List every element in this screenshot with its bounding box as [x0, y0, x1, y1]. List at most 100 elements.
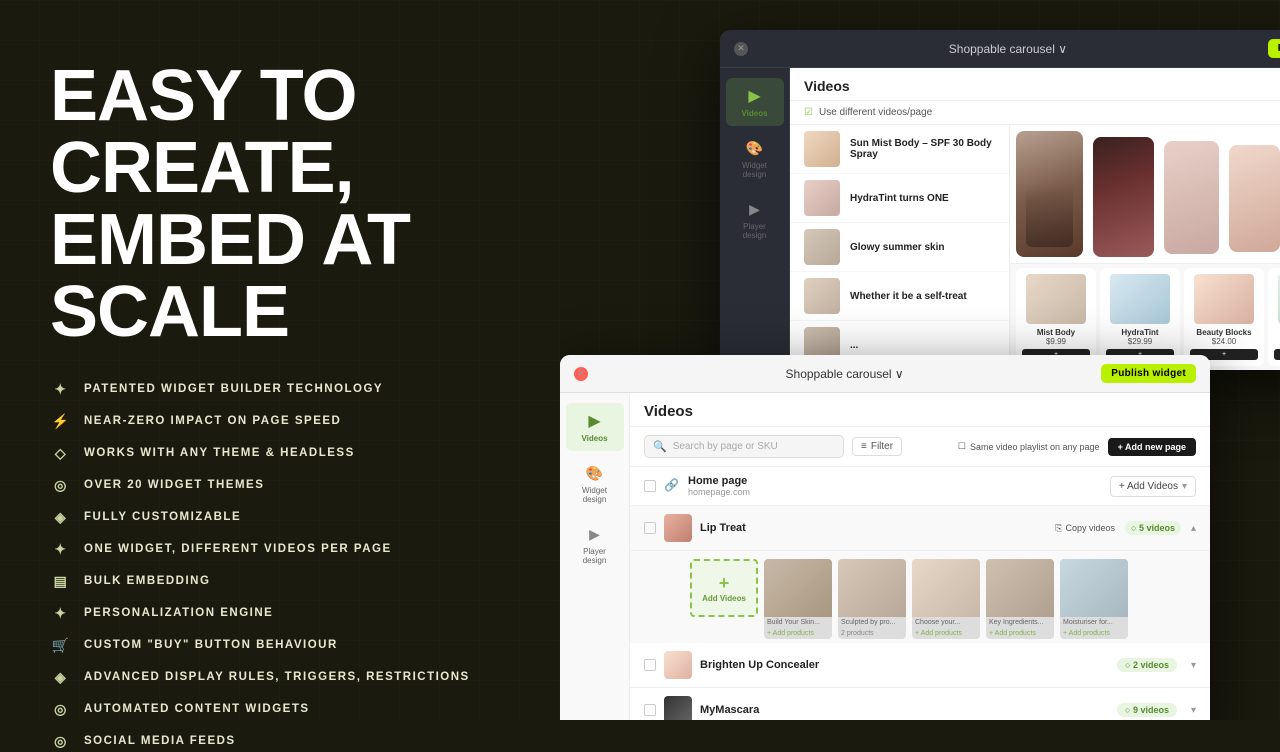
lip-treat-section: Lip Treat ⎘ Copy videos ○ 5 videos: [630, 506, 1210, 643]
back-add-product-4[interactable]: +: [1274, 349, 1280, 360]
cart-icon: 🛒: [50, 634, 72, 656]
feature-automated: ◎ AUTOMATED CONTENT WIDGETS: [50, 698, 510, 720]
front-sidebar-videos-label: Videos: [581, 434, 607, 443]
right-panel: ✕ Shoppable carousel ∨ Publish ▶ Videos …: [560, 0, 1280, 720]
front-sidebar-widget-label: Widget design: [572, 486, 618, 504]
back-mockup-titlebar: ✕ Shoppable carousel ∨ Publish: [720, 30, 1280, 68]
back-video-item-4[interactable]: Whether it be a self-treat: [790, 272, 1009, 321]
feature-patented: ✦ PATENTED WIDGET BUILDER TECHNOLOGY: [50, 378, 510, 400]
back-use-different: ☑ Use different videos/page: [790, 101, 1280, 125]
front-sidebar-player-design[interactable]: ▶ Player design: [566, 516, 624, 573]
link-icon: 🔗: [664, 478, 680, 494]
back-sidebar-player-design[interactable]: ▶ Player design: [726, 191, 784, 248]
video-tile-3[interactable]: Choose your... + Add products: [912, 559, 980, 639]
gear-icon: ◈: [50, 506, 72, 528]
add-video-tile[interactable]: + Add Videos: [690, 559, 758, 617]
home-page-row: 🔗 Home page homepage.com + Add Videos ▾: [630, 467, 1210, 506]
lip-treat-thumb: [664, 514, 692, 542]
lip-treat-collapse-icon[interactable]: ▴: [1191, 523, 1196, 534]
expand-icon: ▾: [1182, 481, 1187, 492]
back-sidebar-videos-label: Videos: [741, 109, 767, 118]
home-page-checkbox[interactable]: [644, 480, 656, 492]
feature-different-videos: ✦ ONE WIDGET, DIFFERENT VIDEOS PER PAGE: [50, 538, 510, 560]
video-tile-1[interactable]: Build Your Skin... + Add products: [764, 559, 832, 639]
copy-videos-button[interactable]: ⎘ Copy videos: [1055, 523, 1115, 534]
front-toolbar: 🔍 Search by page or SKU ≡ Filter ☐ Same …: [630, 427, 1210, 467]
back-product-1[interactable]: Mist Body $9.99 +: [1016, 268, 1096, 366]
mascara-video-count: ○ 9 videos: [1117, 703, 1177, 717]
lip-treat-checkbox[interactable]: [644, 522, 656, 534]
feature-customizable: ◈ FULLY CUSTOMIZABLE: [50, 506, 510, 528]
back-publish-button[interactable]: Publish: [1268, 39, 1280, 58]
back-product-2[interactable]: HydraTint $29.99 +: [1100, 268, 1180, 366]
front-videos-icon: ▶: [585, 411, 605, 431]
back-sidebar: ▶ Videos 🎨 Widget design ▶ Player design: [720, 68, 790, 370]
filter-icon: ≡: [861, 441, 867, 452]
back-widget-design-icon: 🎨: [745, 138, 765, 158]
mascara-checkbox[interactable]: [644, 704, 656, 716]
back-sidebar-player-label: Player design: [732, 222, 778, 240]
front-mockup-window: ✕ Shoppable carousel ∨ Publish widget ▶ …: [560, 355, 1210, 720]
layers-icon: ▤: [50, 570, 72, 592]
sparkle2-icon: ✦: [50, 538, 72, 560]
social-icon: ◎: [50, 730, 72, 752]
feature-theme: ◇ WORKS WITH ANY THEME & HEADLESS: [50, 442, 510, 464]
back-sidebar-widget-label: Widget design: [732, 161, 778, 179]
front-sidebar-player-label: Player design: [572, 547, 618, 565]
mascara-thumb: [664, 696, 692, 720]
mascara-info: MyMascara: [700, 704, 1109, 716]
home-add-videos-button[interactable]: + Add Videos ▾: [1110, 476, 1196, 497]
front-sidebar: ▶ Videos 🎨 Widget design ▶ Player design: [560, 393, 630, 720]
front-search-bar[interactable]: 🔍 Search by page or SKU: [644, 435, 844, 458]
lightning-icon: ⚡: [50, 410, 72, 432]
mascara-row: MyMascara ○ 9 videos ▾: [630, 688, 1210, 720]
front-filter-button[interactable]: ≡ Filter: [852, 437, 902, 456]
features-list: ✦ PATENTED WIDGET BUILDER TECHNOLOGY ⚡ N…: [50, 378, 510, 752]
back-close-button[interactable]: ✕: [734, 42, 748, 56]
sparkle-icon: ✦: [50, 378, 72, 400]
back-player-design-icon: ▶: [745, 199, 765, 219]
front-sidebar-videos[interactable]: ▶ Videos: [566, 403, 624, 451]
concealer-checkbox[interactable]: [644, 659, 656, 671]
left-panel: EASY TO CREATE, EMBED AT SCALE ✦ PATENTE…: [0, 0, 560, 720]
concealer-row: Brighten Up Concealer ○ 2 videos ▾: [630, 643, 1210, 688]
front-window-title: Shoppable carousel ∨: [786, 367, 904, 381]
back-video-item-3[interactable]: Glowy summer skin: [790, 223, 1009, 272]
back-window-title: Shoppable carousel ∨: [949, 42, 1067, 56]
back-video-item-2[interactable]: HydraTint turns ONE: [790, 174, 1009, 223]
video-tile-2[interactable]: Sculpted by pro... 2 products: [838, 559, 906, 639]
search-icon: 🔍: [653, 440, 667, 453]
star-icon: ✦: [50, 602, 72, 624]
refresh-icon: ◎: [50, 698, 72, 720]
lip-treat-video-tiles: + Add Videos Build Your Skin... + Add pr…: [630, 551, 1210, 643]
back-product-3[interactable]: Beauty Blocks $24.00 +: [1184, 268, 1264, 366]
front-mockup-titlebar: ✕ Shoppable carousel ∨ Publish widget: [560, 355, 1210, 393]
back-video-item-1[interactable]: Sun Mist Body – SPF 30 Body Spray: [790, 125, 1009, 174]
front-publish-button[interactable]: Publish widget: [1101, 364, 1196, 383]
back-videos-icon: ▶: [745, 86, 765, 106]
mascara-expand-icon[interactable]: ▾: [1191, 705, 1196, 716]
front-sidebar-widget-design[interactable]: 🎨 Widget design: [566, 455, 624, 512]
feature-display-rules: ◈ ADVANCED DISPLAY RULES, TRIGGERS, REST…: [50, 666, 510, 688]
lip-treat-video-count: ○ 5 videos: [1125, 521, 1181, 535]
back-mockup-window: ✕ Shoppable carousel ∨ Publish ▶ Videos …: [720, 30, 1280, 370]
concealer-thumb: [664, 651, 692, 679]
feature-bulk: ▤ BULK EMBEDDING: [50, 570, 510, 592]
diamond-icon: ◇: [50, 442, 72, 464]
front-videos-title: Videos: [644, 403, 693, 420]
same-video-toggle[interactable]: ☐ Same video playlist on any page: [958, 441, 1100, 452]
circle-icon: ◎: [50, 474, 72, 496]
feature-buy-button: 🛒 CUSTOM "BUY" BUTTON BEHAVIOUR: [50, 634, 510, 656]
video-tile-4[interactable]: Key Ingredients... + Add products: [986, 559, 1054, 639]
concealer-info: Brighten Up Concealer: [700, 659, 1109, 671]
video-tile-5[interactable]: Moisturiser for... + Add products: [1060, 559, 1128, 639]
lip-treat-info: Lip Treat: [700, 522, 1047, 534]
front-close-button[interactable]: ✕: [574, 367, 588, 381]
back-sidebar-videos[interactable]: ▶ Videos: [726, 78, 784, 126]
front-widget-design-icon: 🎨: [585, 463, 605, 483]
add-new-page-button[interactable]: + Add new page: [1108, 438, 1196, 456]
back-product-4[interactable]: CloudCream™ $15... +: [1268, 268, 1280, 366]
feature-personalization: ✦ PERSONALIZATION ENGINE: [50, 602, 510, 624]
back-sidebar-widget-design[interactable]: 🎨 Widget design: [726, 130, 784, 187]
concealer-expand-icon[interactable]: ▾: [1191, 660, 1196, 671]
